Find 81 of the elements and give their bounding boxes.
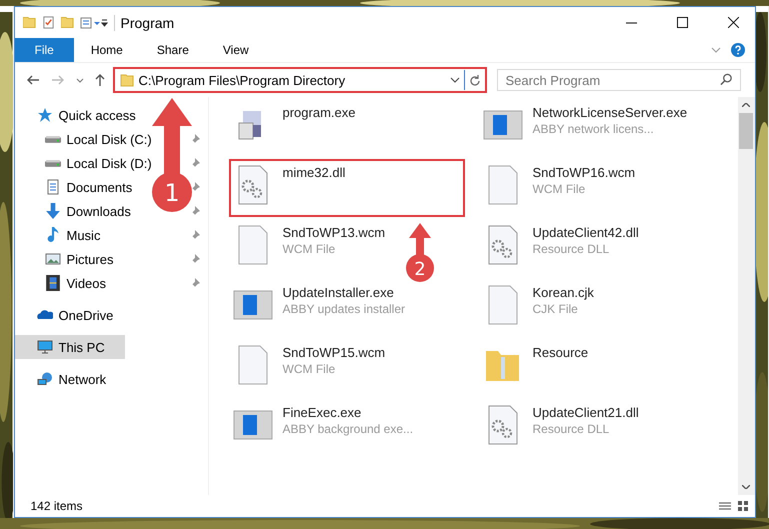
up-icon[interactable] (94, 74, 104, 86)
drive-icon (44, 160, 60, 166)
network-icon (36, 371, 52, 387)
file-name[interactable]: Resource (532, 345, 588, 360)
folder-icon (120, 74, 134, 86)
sidebar-item[interactable]: Local Disk (D:) (14, 151, 158, 175)
file-name[interactable]: SndToWP15.wcm (282, 345, 386, 360)
star-icon (36, 107, 52, 123)
sidebar-item[interactable]: Documents (14, 175, 138, 199)
pin-icon[interactable] (190, 134, 200, 144)
back-icon[interactable] (26, 75, 40, 85)
file-name[interactable]: UpdateInstaller.exe (282, 285, 406, 300)
address-field[interactable]: C:\Program Files\Program Directory (112, 67, 486, 93)
sidebar-item[interactable]: Quick access (14, 103, 142, 127)
sidebar-item[interactable]: This PC (14, 335, 125, 359)
film-icon (44, 275, 60, 291)
pin-icon[interactable] (190, 206, 200, 216)
pin-icon[interactable] (190, 254, 200, 264)
pin-icon[interactable] (190, 230, 200, 240)
file-type: WCM File (532, 182, 586, 196)
chevron-icon[interactable] (710, 47, 720, 53)
maximize-icon[interactable] (676, 17, 688, 28)
large-icons-view-icon[interactable] (736, 501, 748, 511)
computer-icon (36, 339, 52, 355)
file-type: Resource DLL (532, 422, 610, 436)
item-count: 142 items (30, 499, 83, 513)
file-name[interactable]: mime32.dll (282, 165, 346, 180)
sidebar-item[interactable]: Local Disk (C:) (14, 127, 158, 151)
window-title: Program (120, 14, 174, 30)
file-name[interactable]: UpdateClient21.dll (532, 405, 639, 420)
sidebar-item[interactable]: Pictures (14, 247, 120, 271)
close-icon[interactable] (728, 17, 738, 28)
file-name[interactable]: SndToWP16.wcm (532, 165, 636, 180)
number-badge: 2 (406, 254, 434, 282)
document-icon (44, 179, 60, 195)
pin-icon[interactable] (190, 158, 200, 168)
sidebar-item[interactable]: Downloads (14, 199, 137, 223)
file-name[interactable]: program.exe (282, 105, 356, 120)
music-note-icon (44, 227, 60, 243)
file-type: Resource DLL (532, 242, 610, 256)
drive-icon (44, 136, 60, 142)
details-view-icon[interactable] (718, 501, 730, 511)
file-name[interactable]: Korean.cjk (532, 285, 594, 300)
properties-icon[interactable] (42, 16, 54, 29)
number-badge: 1 (152, 172, 192, 212)
ribbon-tab[interactable]: File (14, 38, 74, 62)
ribbon-tab[interactable]: Home (74, 38, 140, 62)
file-name[interactable]: SndToWP13.wcm (282, 225, 386, 240)
minimize-icon[interactable] (626, 22, 636, 24)
customize-toolbar-icon[interactable] (80, 16, 108, 28)
caret-icon[interactable] (76, 78, 84, 82)
pin-icon[interactable] (190, 278, 200, 288)
sidebar-item[interactable]: Music (14, 223, 106, 247)
file-type: ABBY network licens... (532, 122, 655, 136)
dropdown-icon[interactable] (450, 77, 460, 83)
help-icon[interactable] (730, 43, 744, 57)
pin-icon[interactable] (190, 182, 200, 192)
scrollbar[interactable] (738, 97, 754, 495)
arrow (409, 223, 431, 255)
file-name[interactable]: UpdateClient42.dll (532, 225, 639, 240)
sidebar-item[interactable]: Videos (14, 271, 112, 295)
search-icon (720, 73, 732, 86)
file-type: ABBY background exe... (282, 422, 414, 436)
sidebar-item[interactable]: Network (14, 367, 112, 391)
scroll-down-icon[interactable] (742, 485, 750, 489)
file-type: CJK File (532, 302, 579, 316)
ribbon-tab[interactable]: Share (140, 38, 206, 62)
pictures-icon (44, 251, 60, 267)
file-name[interactable]: FineExec.exe (282, 405, 414, 420)
file-type: ABBY updates installer (282, 302, 406, 316)
ribbon-tab[interactable]: View (206, 38, 266, 62)
scroll-thumb[interactable] (739, 113, 753, 149)
download-icon (44, 203, 60, 219)
file-type: WCM File (282, 242, 336, 256)
file-name[interactable]: NetworkLicenseServer.exe (532, 105, 688, 120)
address-path: C:\Program Files\Program Directory (138, 72, 346, 88)
refresh-icon[interactable] (470, 74, 480, 86)
scroll-up-icon[interactable] (742, 103, 750, 107)
sidebar-item[interactable]: OneDrive (14, 303, 120, 327)
search-field[interactable]: Search Program (496, 69, 740, 91)
file-type: WCM File (282, 362, 336, 376)
